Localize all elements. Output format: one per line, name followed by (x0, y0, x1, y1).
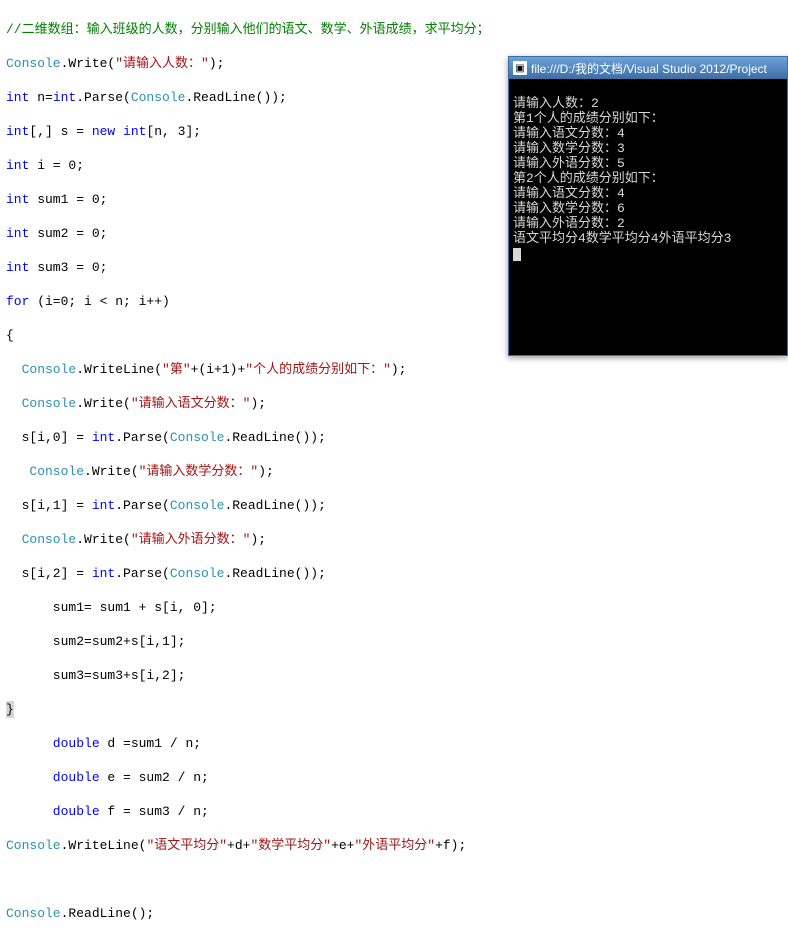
console-icon: ▣ (513, 61, 527, 75)
console-line: 请输入数学分数：6 (513, 201, 625, 216)
console-line: 请输入外语分数：2 (513, 216, 625, 231)
console-title-text: file:///D:/我的文档/Visual Studio 2012/Proje… (531, 60, 767, 77)
highlight-bracket: } (6, 701, 14, 718)
console-line: 语文平均分4数学平均分4外语平均分3 (513, 231, 731, 246)
console-line: 第2个人的成绩分别如下： (513, 171, 664, 186)
console-line: 第1个人的成绩分别如下： (513, 111, 664, 126)
console-line: 请输入语文分数：4 (513, 126, 625, 141)
code-token: Console (6, 56, 61, 71)
console-window[interactable]: ▣ file:///D:/我的文档/Visual Studio 2012/Pro… (508, 56, 788, 356)
code-comment: //二维数组：输入班级的人数，分别输入他们的语文、数学、外语成绩，求平均分； (6, 22, 490, 37)
console-titlebar[interactable]: ▣ file:///D:/我的文档/Visual Studio 2012/Pro… (509, 57, 787, 79)
console-output: 请输入人数：2 第1个人的成绩分别如下： 请输入语文分数：4 请输入数学分数：3… (509, 79, 787, 278)
console-line: 请输入人数：2 (513, 96, 599, 111)
console-line: 请输入语文分数：4 (513, 186, 625, 201)
console-cursor (513, 248, 521, 261)
console-line: 请输入外语分数：5 (513, 156, 625, 171)
console-line: 请输入数学分数：3 (513, 141, 625, 156)
